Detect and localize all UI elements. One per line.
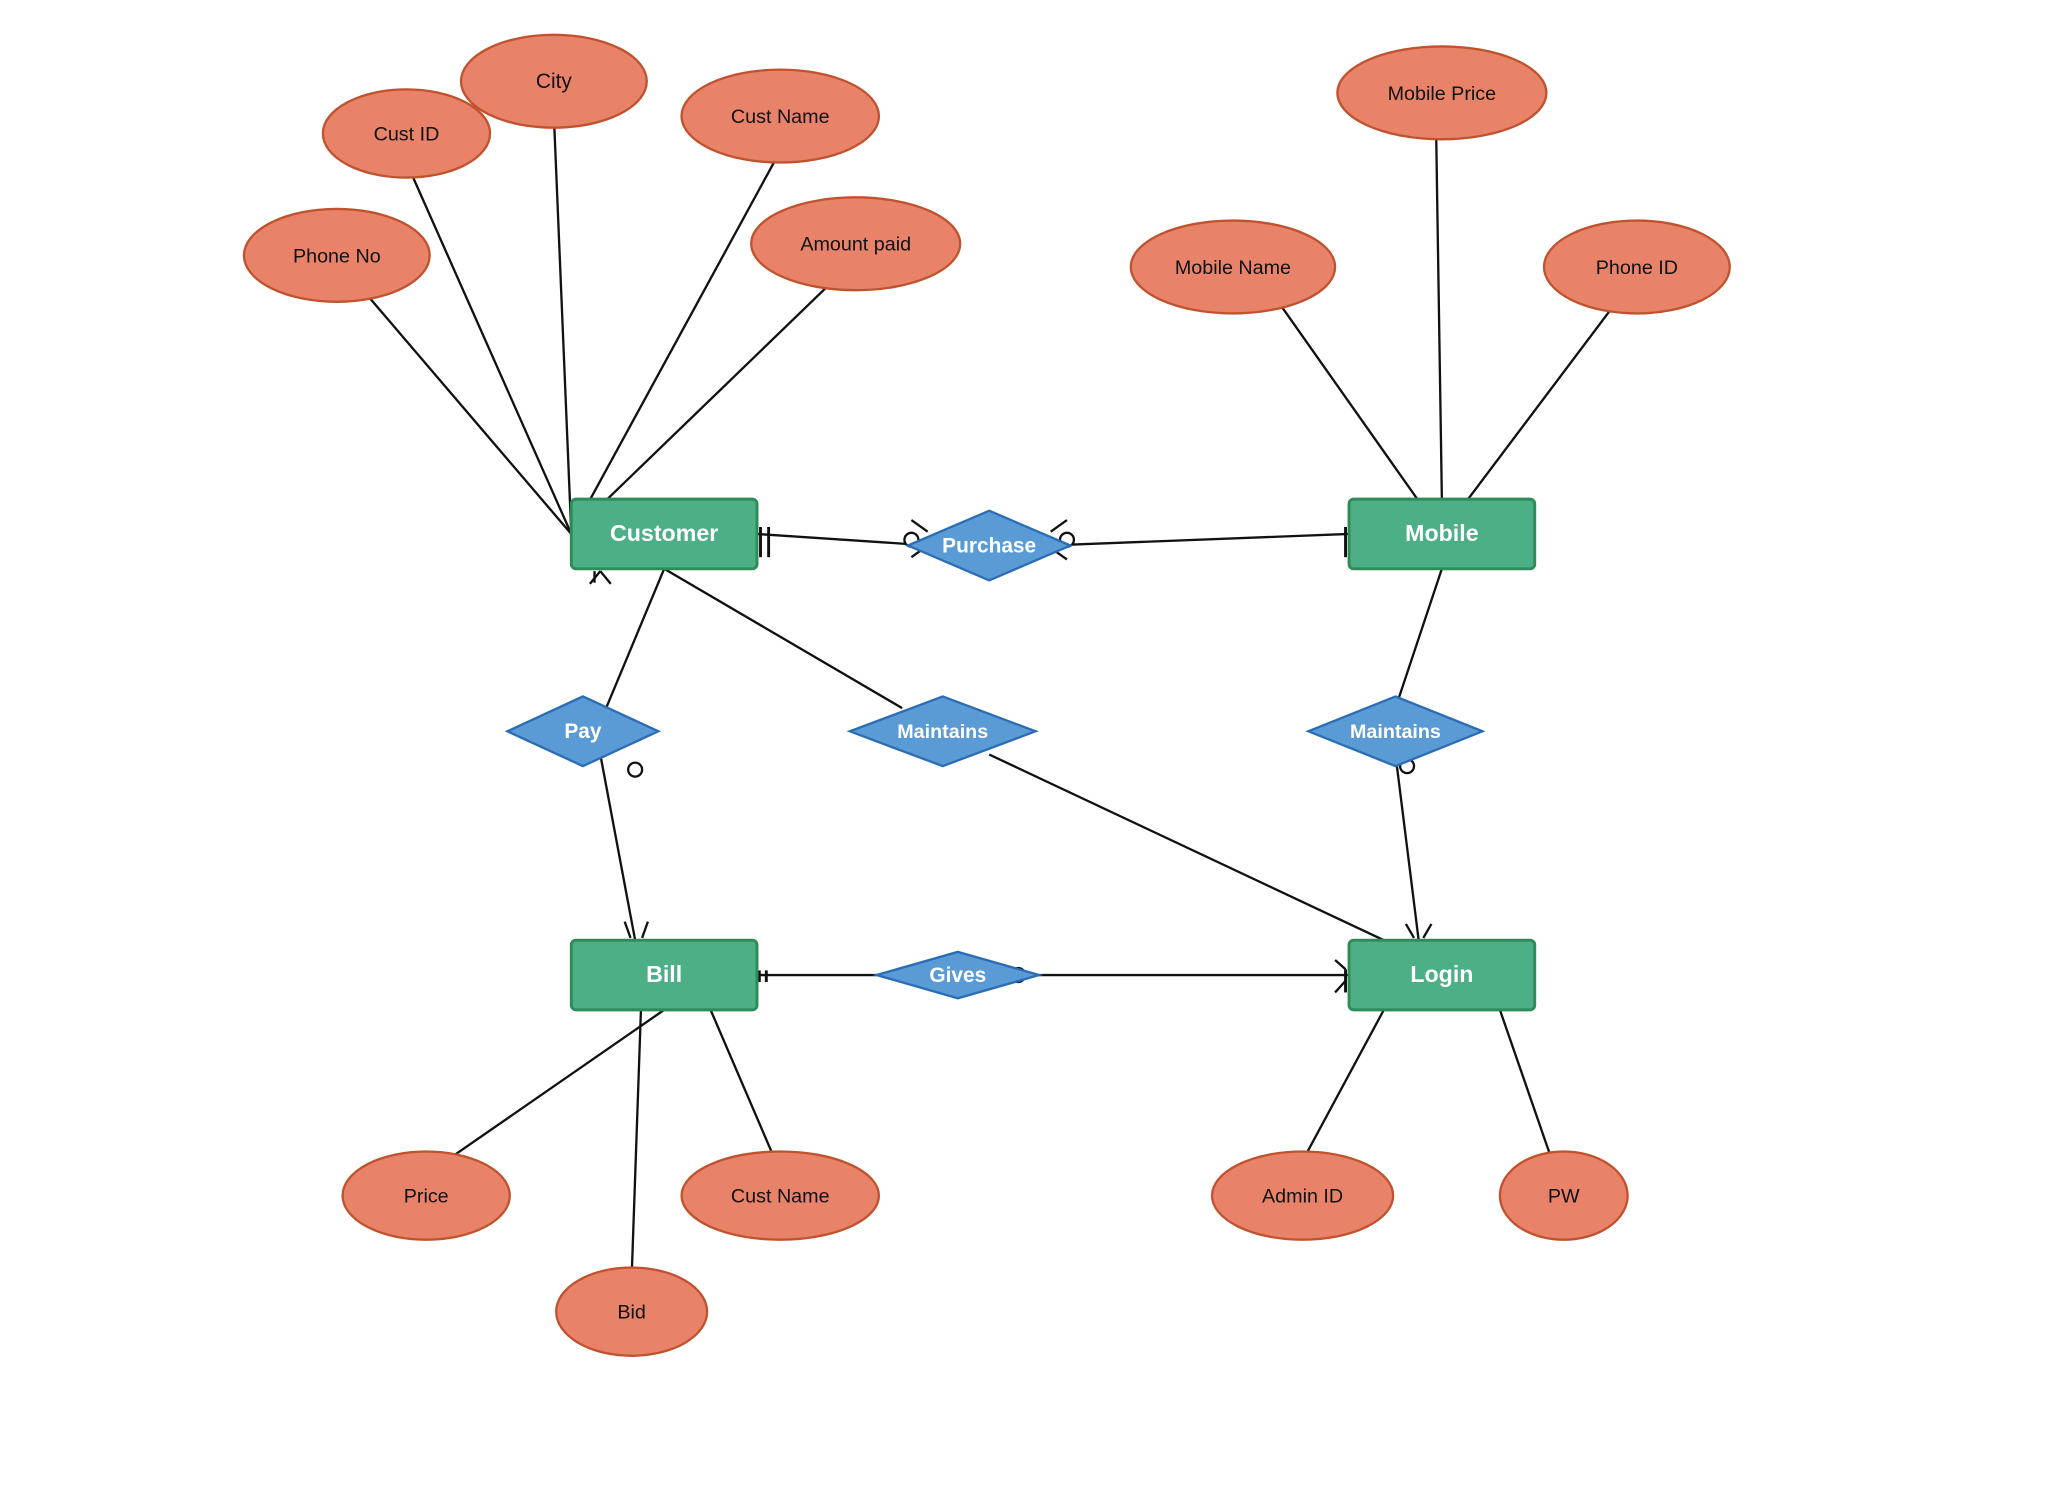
rel-gives-label: Gives [929, 964, 986, 987]
cf-login-maintains-tick1 [1406, 924, 1414, 938]
attr-bid-label: Bid [617, 1302, 645, 1324]
line-cust-name-top [571, 151, 780, 534]
cf-pay-bill-circle [628, 763, 642, 777]
attr-pw-label: PW [1548, 1186, 1580, 1208]
entity-customer-label: Customer [610, 520, 718, 546]
cf-purchase-many-top [911, 520, 927, 532]
line-city [554, 116, 571, 534]
line-bill-cust-name [711, 1010, 778, 1167]
cf-login-maintains-tick2 [1423, 924, 1431, 938]
cf-bill-top-tick2 [642, 922, 648, 938]
line-maintains-login [989, 755, 1384, 941]
line-login-admin [1303, 1010, 1384, 1161]
entity-mobile-label: Mobile [1405, 520, 1479, 546]
cf-purchase-mobile-many-top [1051, 520, 1067, 532]
er-diagram: City Cust ID Phone No Cust Name Amount p… [0, 0, 2048, 1509]
attr-price-label: Price [404, 1186, 449, 1208]
attr-phone-no-label: Phone No [293, 245, 381, 267]
line-customer-pay [606, 569, 664, 708]
cf-bill-top-tick1 [625, 922, 631, 938]
entity-login-label: Login [1410, 961, 1473, 987]
attr-mobile-name-label: Mobile Name [1175, 257, 1291, 279]
cf-login-gives-tick1 [1335, 960, 1345, 969]
line-bill-bid [632, 1010, 641, 1277]
attr-cust-name-bill-label: Cust Name [731, 1186, 830, 1208]
line-mobile-name [1270, 290, 1442, 534]
line-mobile-maintains-right [1395, 569, 1441, 708]
rel-purchase-label: Purchase [942, 535, 1036, 558]
attr-cust-name-top-label: Cust Name [731, 106, 830, 128]
attr-city-label: City [536, 70, 573, 93]
attr-cust-id-label: Cust ID [374, 123, 440, 145]
attr-phone-id-label: Phone ID [1596, 257, 1678, 279]
entity-bill-label: Bill [646, 961, 682, 987]
line-customer-maintains [664, 569, 902, 708]
cf-login-gives-tick2 [1335, 981, 1345, 993]
line-login-pw [1500, 1010, 1552, 1161]
line-pay-bill [600, 755, 635, 941]
cf-cust-pay-right [600, 571, 610, 584]
line-maintains-right-login [1395, 755, 1418, 941]
line-bill-price [438, 1010, 664, 1167]
line-phone-no [353, 279, 571, 534]
attr-admin-id-label: Admin ID [1262, 1186, 1343, 1208]
line-purchase-mobile [1047, 534, 1349, 546]
rel-maintains-left-label: Maintains [897, 721, 988, 743]
line-amount-paid [571, 267, 847, 534]
line-phone-id [1442, 290, 1625, 534]
rel-maintains-right-label: Maintains [1350, 721, 1441, 743]
line-mobile-price [1436, 128, 1442, 499]
line-cust-id [406, 163, 571, 534]
rel-pay-label: Pay [564, 720, 602, 743]
attr-mobile-price-label: Mobile Price [1388, 83, 1497, 105]
attr-amount-paid-label: Amount paid [800, 234, 911, 256]
